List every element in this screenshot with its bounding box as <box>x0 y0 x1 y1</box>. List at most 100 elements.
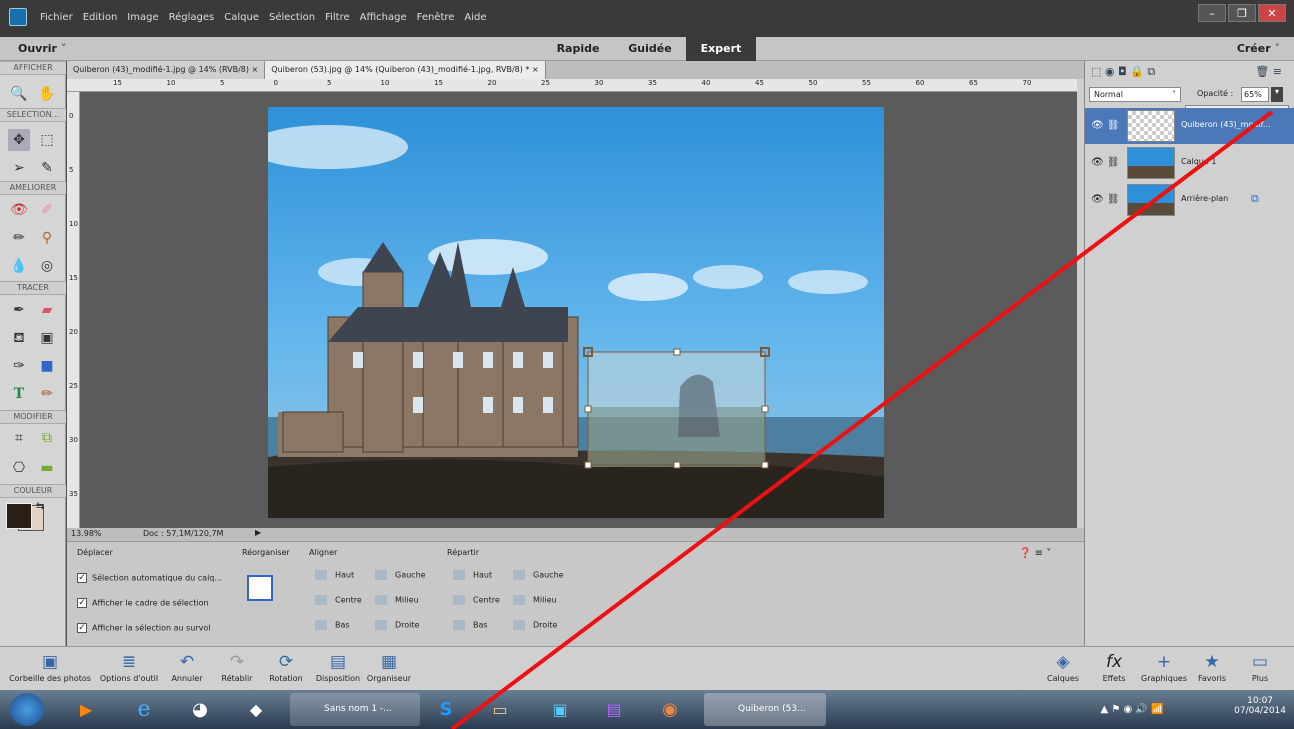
layer-name[interactable]: Quiberon (43)_modif... <box>1181 120 1270 129</box>
align-middle-icon[interactable] <box>375 595 387 605</box>
tab-expert[interactable]: Expert <box>686 37 756 61</box>
layout-button[interactable]: ▤ Disposition <box>310 647 366 691</box>
align-left[interactable]: Gauche <box>395 571 426 580</box>
app-icon[interactable] <box>9 8 27 26</box>
clock[interactable]: 10:07 07/04/2014 <box>1234 696 1286 716</box>
crop-tool-icon[interactable]: ⌗ <box>8 427 30 449</box>
hand-tool-icon[interactable]: ✋ <box>36 83 58 105</box>
distribute-left-icon[interactable] <box>513 570 525 580</box>
sponge-tool-icon[interactable]: ◎ <box>36 255 58 277</box>
align-left-icon[interactable] <box>375 570 387 580</box>
layer-row[interactable]: 👁 ⛓ Quiberon (43)_modif... <box>1085 108 1294 144</box>
distribute-right[interactable]: Droite <box>533 621 557 630</box>
rollover-checkbox[interactable]: ✓ <box>77 623 87 633</box>
straighten-tool-icon[interactable]: ▬ <box>36 457 58 479</box>
more-button[interactable]: ▭ Plus <box>1240 647 1280 691</box>
tab-guidee[interactable]: Guidée <box>620 37 680 61</box>
opacity-dropdown-icon[interactable]: ▾ <box>1271 87 1283 102</box>
spot-healing-icon[interactable]: ✐ <box>36 199 58 221</box>
menu-calque[interactable]: Calque <box>224 12 259 23</box>
effects-button[interactable]: fx Effets <box>1094 647 1134 691</box>
layer-row[interactable]: 👁 ⛓ Arrière-plan ⧉ <box>1085 182 1294 218</box>
marquee-tool-icon[interactable]: ⬚ <box>36 129 58 151</box>
trash-icon[interactable]: 🗑 ≡ <box>1255 65 1282 78</box>
swap-colors-icon[interactable]: ⇆ <box>36 501 44 512</box>
distribute-top[interactable]: Haut <box>473 571 492 580</box>
distribute-bottom-icon[interactable] <box>453 620 465 630</box>
quick-selection-icon[interactable]: ✎ <box>36 157 58 179</box>
elements-icon[interactable]: ▣ <box>540 693 580 726</box>
distribute-middle-icon[interactable] <box>513 595 525 605</box>
distribute-center[interactable]: Centre <box>473 596 500 605</box>
align-right-icon[interactable] <box>375 620 387 630</box>
vertical-scrollbar[interactable] <box>1077 79 1084 528</box>
menu-fichier[interactable]: Fichier <box>40 12 73 23</box>
align-top-icon[interactable] <box>315 570 327 580</box>
red-eye-tool-icon[interactable]: 👁 <box>8 199 30 221</box>
paint-bucket-icon[interactable]: ⛾ <box>8 327 30 349</box>
opacity-input[interactable]: 65% <box>1241 87 1269 102</box>
layer-name[interactable]: Arrière-plan <box>1181 194 1228 203</box>
align-middle[interactable]: Milieu <box>395 596 419 605</box>
content-aware-move-icon[interactable]: ⎔ <box>8 457 30 479</box>
distribute-middle[interactable]: Milieu <box>533 596 557 605</box>
redo-button[interactable]: ↷ Rétablir <box>212 647 262 691</box>
transform-bounding-box[interactable] <box>580 345 775 475</box>
zoom-tool-icon[interactable]: 🔍 <box>8 83 30 105</box>
auto-select-option[interactable]: ✓ Sélection automatique du calq... <box>77 573 222 583</box>
taskbar-app-sans-nom[interactable]: Sans nom 1 -... <box>290 693 420 726</box>
distribute-bottom[interactable]: Bas <box>473 621 488 630</box>
clone-stamp-icon[interactable]: ⚲ <box>36 227 58 249</box>
visibility-eye-icon[interactable]: 👁 ⛓ <box>1091 120 1120 131</box>
lock-layer-icon[interactable]: ⧉ <box>1251 192 1259 206</box>
zoom-level[interactable]: 13.98% <box>71 529 102 538</box>
tab-document-1[interactable]: Quiberon (43)_modifié-1.jpg @ 14% (RVB/8… <box>67 61 266 79</box>
highlight-rollover-option[interactable]: ✓ Afficher la sélection au survol <box>77 623 211 633</box>
minimize-button[interactable]: – <box>1198 4 1226 22</box>
undo-button[interactable]: ↶ Annuler <box>162 647 212 691</box>
close-button[interactable]: ✕ <box>1258 4 1286 22</box>
document-image[interactable] <box>268 107 884 518</box>
move-tool-icon[interactable]: ✥ <box>8 129 30 151</box>
distribute-right-icon[interactable] <box>513 620 525 630</box>
distribute-left[interactable]: Gauche <box>533 571 564 580</box>
open-button[interactable]: Ouvrir ˅ <box>18 42 66 55</box>
layer-name[interactable]: Calque 1 <box>1181 157 1216 166</box>
menu-edition[interactable]: Edition <box>83 12 118 23</box>
system-tray-icons[interactable]: ▲ ⚑ ◉ 🔊 📶 <box>1072 693 1192 726</box>
brush-tool-icon[interactable]: ✒ <box>8 299 30 321</box>
favorites-button[interactable]: ★ Favoris <box>1194 647 1230 691</box>
premiere-icon[interactable]: ▤ <box>594 693 634 726</box>
smart-brush-icon[interactable]: ✏ <box>8 227 30 249</box>
help-icon[interactable]: ❓ ≡ ˅ <box>1019 548 1051 559</box>
text-tool-icon[interactable]: T <box>8 383 30 405</box>
tool-options-button[interactable]: ≣ Options d'outil <box>96 647 162 691</box>
blend-mode-select[interactable]: Normal ˅ <box>1089 87 1181 102</box>
menu-affichage[interactable]: Affichage <box>360 12 407 23</box>
align-bottom-icon[interactable] <box>315 620 327 630</box>
menu-aide[interactable]: Aide <box>464 12 486 23</box>
media-player-icon[interactable]: ▶ <box>66 693 106 726</box>
skype-icon[interactable]: S <box>426 693 466 726</box>
foreground-color-swatch[interactable] <box>6 503 32 529</box>
show-bounding-box-option[interactable]: ✓ Afficher le cadre de sélection <box>77 598 209 608</box>
photo-bin-button[interactable]: ▣ Corbeille des photos <box>4 647 96 691</box>
arrange-icon[interactable] <box>247 575 273 601</box>
align-right[interactable]: Droite <box>395 621 419 630</box>
eraser-tool-icon[interactable]: ▰ <box>36 299 58 321</box>
rotate-button[interactable]: ⟳ Rotation <box>262 647 310 691</box>
menu-filtre[interactable]: Filtre <box>325 12 350 23</box>
status-menu-arrow-icon[interactable]: ▶ <box>255 528 261 537</box>
start-button[interactable] <box>10 693 44 726</box>
gradient-tool-icon[interactable]: ▣ <box>36 327 58 349</box>
layer-row[interactable]: 👁 ⛓ Calque 1 <box>1085 145 1294 181</box>
bounding-box-checkbox[interactable]: ✓ <box>77 598 87 608</box>
recompose-tool-icon[interactable]: ⧉ <box>36 427 58 449</box>
chrome-icon[interactable]: ◉ <box>650 693 690 726</box>
align-center[interactable]: Centre <box>335 596 362 605</box>
distribute-top-icon[interactable] <box>453 570 465 580</box>
distribute-center-icon[interactable] <box>453 595 465 605</box>
ie-icon[interactable]: e <box>124 693 164 726</box>
explorer-icon[interactable]: ▭ <box>480 693 520 726</box>
create-button[interactable]: Créer ˅ <box>1237 42 1280 55</box>
